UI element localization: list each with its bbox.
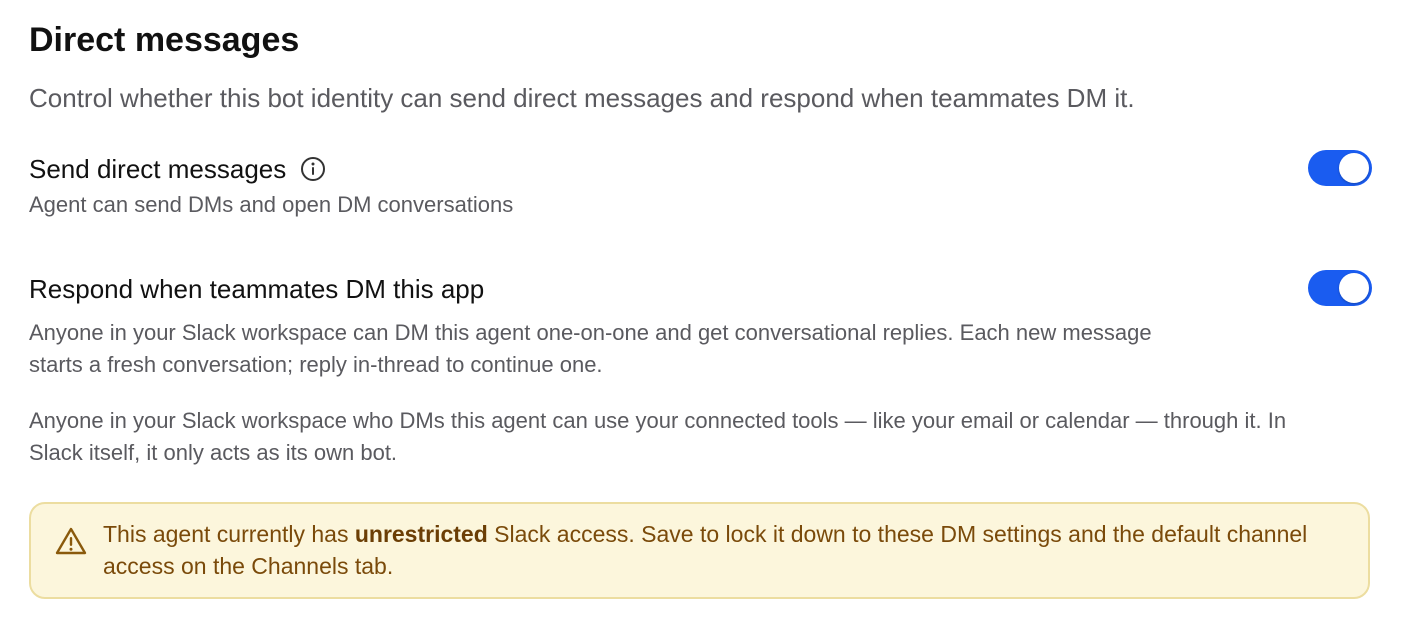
send-dms-description: Agent can send DMs and open DM conversat… [29,192,514,217]
warning-triangle-icon [55,526,87,556]
send-dms-label: Send direct messages [29,154,287,184]
direct-messages-settings: Direct messages Control whether this bot… [0,0,1410,638]
unrestricted-access-warning: This agent currently has unrestricted Sl… [29,502,1370,599]
warning-text: This agent currently has unrestricted Sl… [103,518,1333,582]
info-icon[interactable] [300,156,326,182]
warning-prefix: This agent currently has [103,521,355,547]
warning-emphasis: unrestricted [354,521,488,547]
respond-dms-note: Anyone in your Slack workspace who DMs t… [29,408,1287,465]
toggle-knob [1339,273,1369,303]
toggle-knob [1339,153,1369,183]
respond-dms-label: Respond when teammates DM this app [29,274,485,304]
respond-dms-description: Anyone in your Slack workspace can DM th… [29,320,1152,377]
send-dms-toggle[interactable] [1308,150,1372,186]
section-description: Control whether this bot identity can se… [29,83,1135,113]
send-dms-setting-title: Send direct messages [29,152,326,186]
respond-dms-toggle[interactable] [1308,270,1372,306]
section-title: Direct messages [29,21,300,59]
respond-dms-setting-title: Respond when teammates DM this app [29,272,484,306]
